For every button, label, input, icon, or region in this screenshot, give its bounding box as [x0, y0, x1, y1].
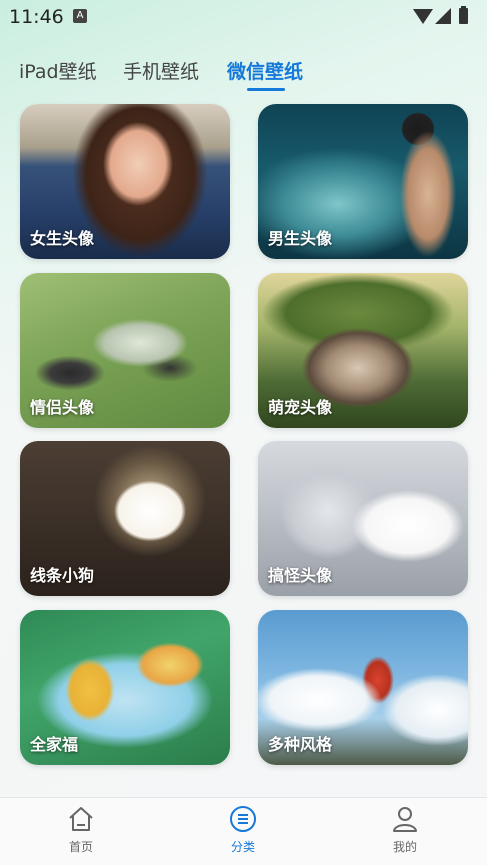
tab-phone-wallpaper[interactable]: 手机壁纸 [123, 57, 199, 84]
card-label: 搞怪头像 [268, 566, 333, 585]
nav-home[interactable]: 首页 [41, 804, 121, 855]
card-label: 男生头像 [268, 229, 333, 248]
card-label: 情侣头像 [30, 398, 95, 417]
tab-wechat-wallpaper[interactable]: 微信壁纸 [227, 57, 303, 84]
a-app-icon: A [73, 9, 87, 23]
card-label: 线条小狗 [30, 566, 95, 585]
card-female-avatar[interactable]: 女生头像 [20, 104, 230, 259]
tab-ipad-wallpaper[interactable]: iPad壁纸 [19, 57, 97, 84]
nav-label: 分类 [230, 840, 255, 854]
nav-category[interactable]: 分类 [203, 804, 283, 855]
category-icon [230, 806, 256, 832]
card-pet-avatar[interactable]: 萌宠头像 [258, 273, 468, 428]
home-icon [69, 807, 93, 831]
card-label: 全家福 [30, 735, 79, 754]
battery-icon [459, 6, 468, 24]
card-couple-avatar[interactable]: 情侣头像 [20, 273, 230, 428]
signal-icon [435, 8, 451, 24]
nav-profile[interactable]: 我的 [365, 804, 445, 855]
card-label: 萌宠头像 [268, 398, 333, 417]
wallpaper-tabs: iPad壁纸 手机壁纸 微信壁纸 [0, 50, 487, 94]
card-family-portrait[interactable]: 全家福 [20, 610, 230, 765]
status-time: 11:46 [9, 6, 64, 28]
nav-label: 我的 [392, 840, 417, 854]
card-male-avatar[interactable]: 男生头像 [258, 104, 468, 259]
card-label: 多种风格 [268, 735, 333, 754]
bottom-navigation: 首页 分类 我的 [0, 797, 487, 865]
status-bar: 11:46 A [0, 0, 487, 34]
tab-indicator [247, 88, 285, 91]
card-funny-avatar[interactable]: 搞怪头像 [258, 441, 468, 596]
nav-label: 首页 [68, 840, 93, 854]
status-icons [413, 6, 477, 24]
card-various-styles[interactable]: 多种风格 [258, 610, 468, 765]
card-line-puppy[interactable]: 线条小狗 [20, 441, 230, 596]
profile-icon [393, 807, 417, 832]
wifi-icon [413, 9, 433, 24]
card-label: 女生头像 [30, 229, 95, 248]
